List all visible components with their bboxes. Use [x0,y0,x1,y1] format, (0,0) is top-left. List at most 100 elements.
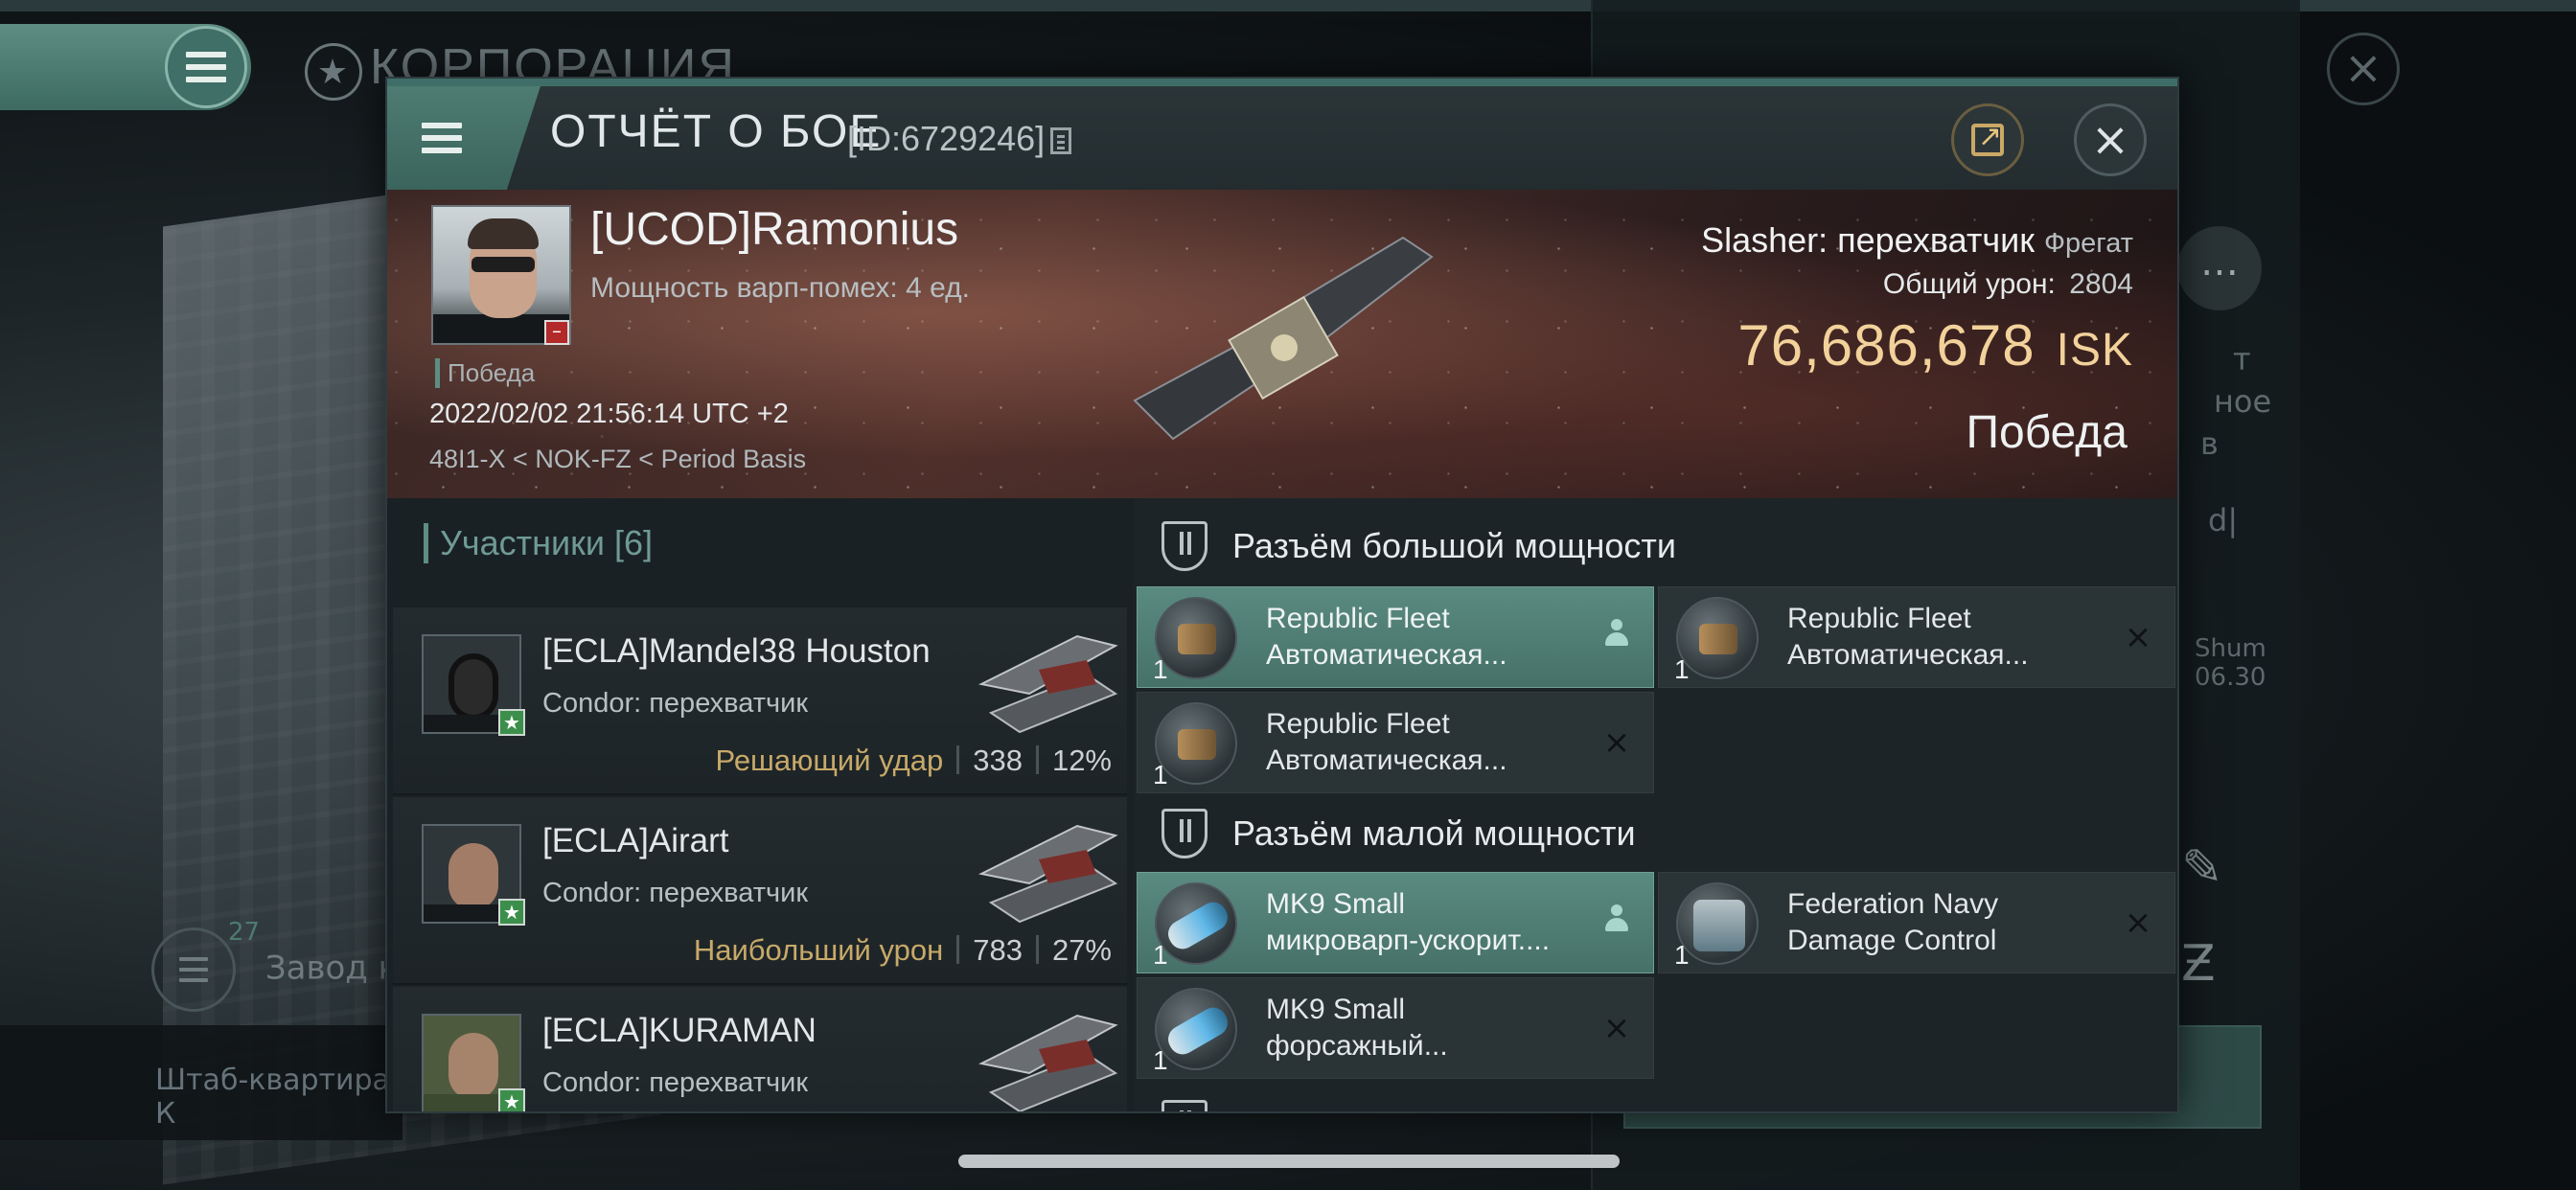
module-quantity: 1 [1153,654,1168,684]
friendly-star-icon: ★ [498,899,525,926]
participants-header: Участники [6] [424,523,653,563]
close-button[interactable]: × [2074,103,2147,176]
victim-name[interactable]: [UCOD]Ramonius [590,203,958,256]
participant-stats: Наибольший урон 783 27% [694,933,1112,968]
background-hq-label: Штаб-квартира К [0,1025,402,1140]
report-id-text: [ID:6729246] [847,119,1046,158]
close-icon: × [2090,113,2130,167]
victory-tag: Победа [435,358,535,388]
module-name: Republic Fleet Автоматическая... [1266,708,1507,776]
total-damage-label: Общий урон: [1882,268,2056,300]
ship-class: Фрегат [2043,228,2133,259]
condor-ship-icon [978,1014,1118,1111]
victim-banner: – [UCOD]Ramonius Мощность варп-помех: 4 … [387,190,2177,498]
friendly-star-icon: ★ [498,1088,525,1111]
module-name: Federation Navy Damage Control [1787,888,1999,956]
destroyed-x-icon: × [1602,1009,1631,1047]
next-slot-header-partial [1135,1083,2177,1111]
background-factory-item[interactable]: 27 Завод к [151,918,399,1012]
destroyed-x-icon: × [2124,904,2152,942]
high-slot-header: Разъём большой мощности [1135,504,2177,588]
participant-damage: 783 [973,933,1023,967]
module-name: MK9 Small форсажный... [1266,994,1448,1062]
final-blow-tag: Решающий удар [715,744,944,777]
victim-ship-image [1133,236,1434,441]
share-icon [1971,120,2004,156]
module-quantity: 1 [1153,940,1168,970]
participant-ship: Condor: перехватчик [542,878,809,908]
participant-stats: Решающий удар 338 12% [716,744,1113,778]
module-item[interactable]: 1 MK9 Small микроварп-ускорит.... [1137,872,1654,973]
hamburger-icon [422,123,462,153]
kill-datetime: 2022/02/02 21:56:14 UTC +2 [429,399,789,429]
module-item[interactable]: 1 MK9 Small форсажный... × [1137,977,1654,1079]
home-indicator[interactable] [958,1155,1620,1168]
victim-ship-type[interactable]: Slasher: перехватчик Фрегат [1701,220,2133,261]
top-damage-tag: Наибольший урон [693,933,944,967]
report-title: ОТЧЁТ О БОЕ [550,106,883,157]
background-side-text: Shum [2195,634,2266,663]
module-item[interactable]: 1 Republic Fleet Автоматическая... × [1658,586,2175,688]
module-quantity: 1 [1674,940,1690,970]
module-item[interactable]: 1 Republic Fleet Автоматическая... × [1137,692,1654,793]
copy-icon[interactable] [1050,127,1072,154]
more-options-icon[interactable]: … [2177,226,2262,310]
warp-scramble-strength: Мощность варп-помех: 4 ед. [590,272,970,304]
dropped-person-icon [1598,618,1636,656]
kill-location[interactable]: 48I1-X < NOK-FZ < Period Basis [429,445,806,474]
hostile-status-badge: – [544,320,569,345]
participant-ship: Condor: перехватчик [542,688,809,719]
dropped-person-icon [1598,904,1636,942]
factory-menu-icon [151,927,236,1012]
module-name: Republic Fleet Автоматическая... [1787,603,2029,671]
condor-ship-icon [978,824,1118,924]
high-slot-icon [1162,521,1208,571]
background-menu-button[interactable] [0,24,251,110]
background-side-text: d| [2208,502,2239,538]
participant-name: [ECLA]Mandel38 Houston [542,632,931,670]
participant-name: [ECLA]Airart [542,822,729,859]
low-slot-title: Разъём малой мощности [1232,813,1636,853]
background-close-icon[interactable]: × [2327,33,2400,105]
total-damage: Общий урон: 2804 [1883,268,2133,301]
participant-damage-percent: 27% [1051,933,1112,967]
high-slot-title: Разъём большой мощности [1232,526,1676,565]
edit-icon[interactable]: ✎ [2181,839,2223,897]
report-id[interactable]: [ID:6729246] [847,119,1072,159]
background-side-text: т [2233,341,2251,378]
module-item[interactable]: 1 Federation Navy Damage Control × [1658,872,2175,973]
corporation-star-icon: ★ [305,43,362,101]
participant-damage: 338 [973,744,1023,777]
participant-ship: Condor: перехватчик [542,1067,809,1098]
module-quantity: 1 [1674,654,1690,684]
isk-value: 76,686,678 ISK [1737,312,2133,378]
battle-report-dialog: ОТЧЁТ О БОЕ [ID:6729246] × – [UCOD]Ramon… [385,77,2179,1113]
isk-amount: 76,686,678 [1737,313,2036,378]
participant-name: [ECLA]KURAMAN [542,1012,816,1049]
friendly-star-icon: ★ [498,709,525,736]
total-damage-value: 2804 [2069,268,2133,300]
ship-name: Slasher: перехватчик [1701,220,2035,260]
factory-count: 27 [228,918,261,947]
low-slot-icon [1162,809,1208,858]
module-quantity: 1 [1153,760,1168,790]
dialog-menu-button[interactable] [387,86,540,190]
background-side-text: 06.30 [2195,663,2266,692]
hamburger-icon [165,26,247,108]
factory-label: Завод к [264,949,399,988]
isk-unit: ISK [2056,325,2133,376]
sort-icon[interactable]: Ƶ [2181,935,2216,993]
module-name: MK9 Small микроварп-ускорит.... [1266,888,1551,956]
participant-row[interactable]: ★ [ECLA]Mandel38 Houston Condor: перехва… [393,607,1127,795]
background-side-text: в [2200,425,2219,462]
share-button[interactable] [1951,103,2024,176]
participant-damage-percent: 12% [1051,744,1112,777]
background-side-text: ное [2214,383,2272,420]
battle-result: Победа [1966,407,2128,458]
slot-icon [1162,1100,1208,1111]
module-item[interactable]: 1 Republic Fleet Автоматическая... [1137,586,1654,688]
dialog-header: ОТЧЁТ О БОЕ [ID:6729246] × [387,79,2177,190]
participants-panel: Участники [6] ★ [ECLA]Mandel38 Houston C… [387,498,1133,1111]
participant-row[interactable]: ★ [ECLA]Airart Condor: перехватчик Наибо… [393,797,1127,985]
participant-row[interactable]: ★ [ECLA]KURAMAN Condor: перехватчик [393,987,1127,1111]
